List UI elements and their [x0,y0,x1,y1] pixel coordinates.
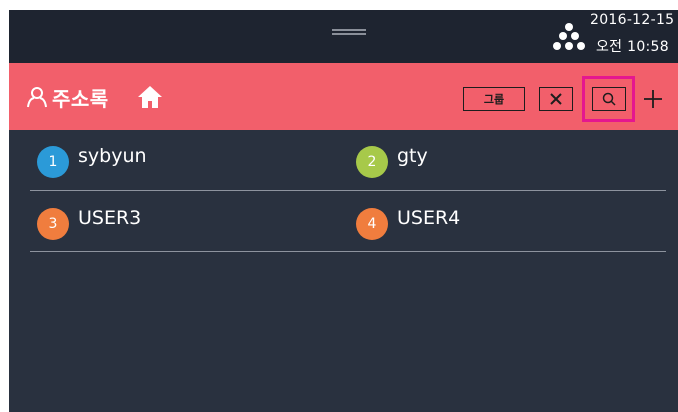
row-divider [30,190,666,191]
plus-icon[interactable] [639,87,667,111]
group-button[interactable]: 그룹 [463,87,525,111]
drag-handle[interactable] [332,29,366,35]
contact-number-badge: 2 [356,146,388,178]
contact-item[interactable]: 1 sybyun [37,139,327,183]
logo-icon [553,23,585,50]
contact-number-badge: 3 [37,208,69,240]
contact-number-badge: 4 [356,208,388,240]
status-date: 2016-12-15 [590,12,675,28]
header-bar: 주소록 그룹 [9,63,678,130]
status-bar: 2016-12-15 오전 10:58 [9,10,678,63]
contact-name: USER3 [78,207,142,229]
person-icon [27,87,47,108]
contact-name: sybyun [78,145,147,167]
contact-item[interactable]: 4 USER4 [356,201,646,245]
status-time: 오전 10:58 [596,39,669,55]
search-highlight [582,76,635,122]
contact-number-badge: 1 [37,146,69,178]
contact-name: gty [397,145,428,167]
close-icon [550,93,562,105]
contact-item[interactable]: 2 gty [356,139,646,183]
app-screen: 2016-12-15 오전 10:58 주소록 그룹 1 sybyun 2 gt… [9,10,678,412]
page-title: 주소록 [52,87,109,111]
contact-name: USER4 [397,207,461,229]
contact-item[interactable]: 3 USER3 [37,201,327,245]
group-button-label: 그룹 [483,93,505,106]
home-icon[interactable] [137,85,163,109]
close-button[interactable] [539,87,573,111]
row-divider [30,251,666,252]
